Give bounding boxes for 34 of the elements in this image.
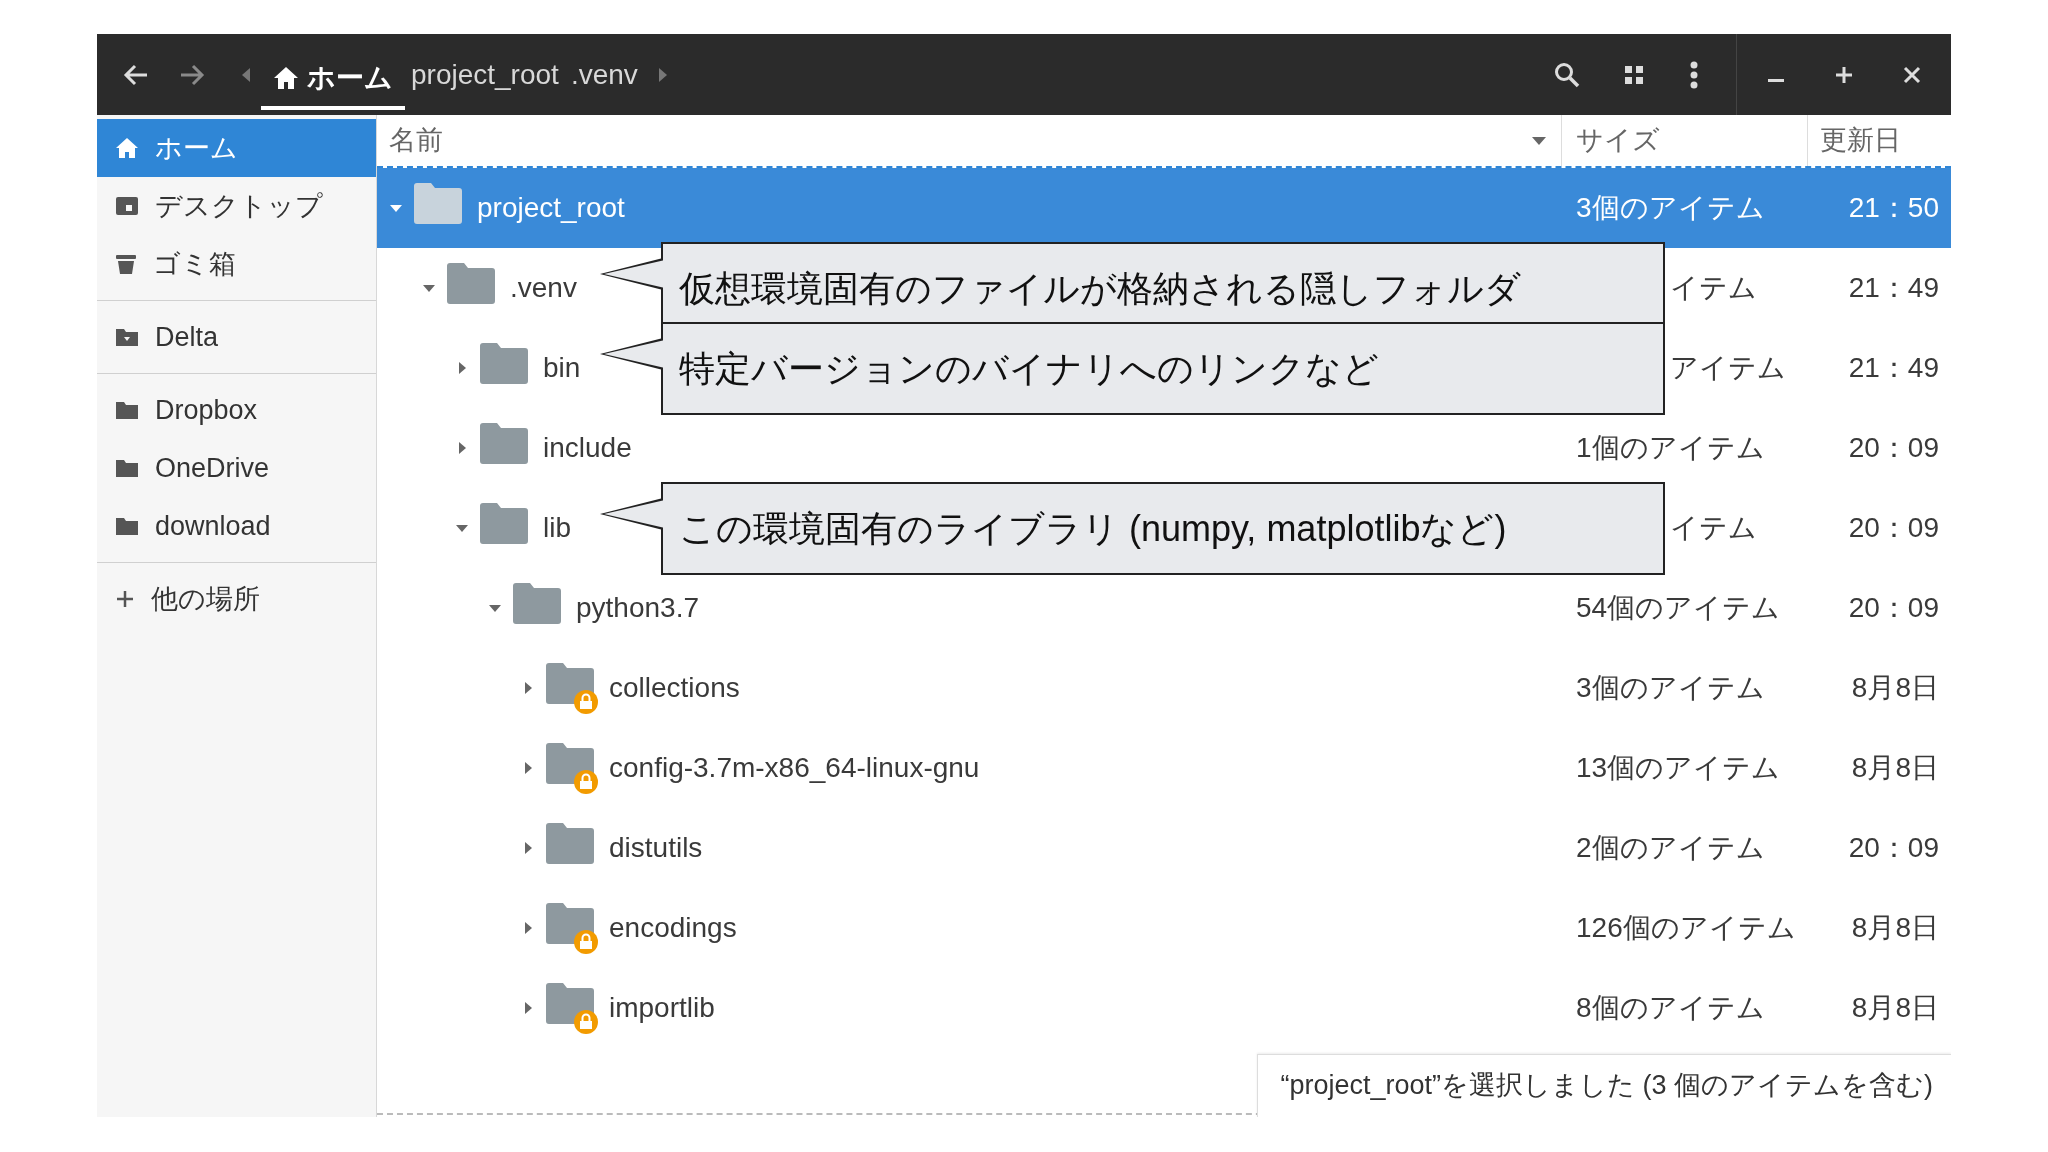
modified-time: 8月8日: [1851, 912, 1939, 943]
modified-time: 8月8日: [1851, 992, 1939, 1023]
file-name: collections: [609, 671, 740, 705]
file-name: config-3.7m-x86_64-linux-gnu: [609, 751, 980, 785]
file-name: importlib: [609, 991, 715, 1025]
item-count: 3個のアイテム: [1576, 672, 1765, 703]
modified-time: 21：50: [1848, 192, 1939, 223]
file-name: lib: [543, 511, 571, 545]
item-count: 1個のアイテム: [1576, 432, 1765, 463]
modified-time: 20：09: [1848, 512, 1939, 543]
item-count: イテム: [1670, 512, 1757, 543]
item-count: 126個のアイテム: [1576, 912, 1796, 943]
file-name: project_root: [477, 191, 625, 225]
modified-time: 20：09: [1848, 592, 1939, 623]
file-name: .venv: [510, 271, 577, 305]
item-count: 13個のアイテム: [1576, 752, 1781, 783]
item-count: 54個のアイテム: [1576, 592, 1781, 623]
item-count: 2個のアイテム: [1576, 832, 1765, 863]
item-count: 3個のアイテム: [1576, 192, 1765, 223]
file-name: python3.7: [576, 591, 699, 625]
modified-time: 20：09: [1848, 432, 1939, 463]
status-toast: “project_root”を選択しました (3 個のアイテムを含む): [1257, 1053, 1951, 1117]
file-name: encodings: [609, 911, 737, 945]
modified-time: 21：49: [1848, 352, 1939, 383]
modified-time: 20：09: [1848, 832, 1939, 863]
modified-time: 21：49: [1848, 272, 1939, 303]
file-name: bin: [543, 351, 581, 385]
modified-time: 8月8日: [1851, 672, 1939, 703]
item-count: イテム: [1670, 272, 1757, 303]
item-count: アイテム: [1670, 352, 1786, 383]
file-name: distutils: [609, 831, 703, 865]
modified-time: 8月8日: [1851, 752, 1939, 783]
item-count: 8個のアイテム: [1576, 992, 1765, 1023]
file-name: include: [543, 431, 632, 465]
